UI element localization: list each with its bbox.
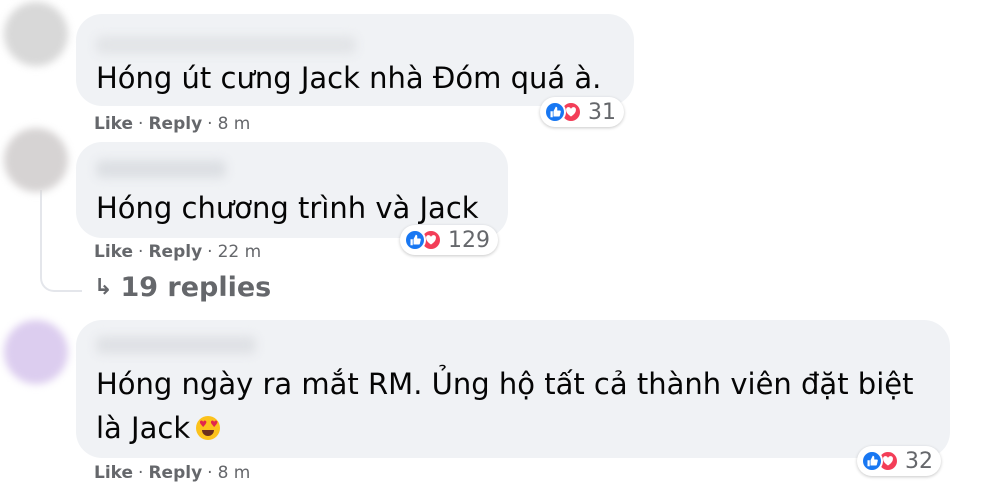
separator: · [138, 114, 144, 134]
reaction-summary[interactable]: 129 [400, 225, 498, 255]
comment-bubble: Hóng út cưng Jack nhà Đóm quá à. [76, 14, 634, 106]
author-name-blurred[interactable] [96, 36, 356, 54]
separator: · [207, 242, 213, 262]
timestamp[interactable]: 8 m [218, 114, 251, 134]
like-icon [861, 450, 883, 472]
reply-link[interactable]: Reply [148, 242, 202, 262]
reaction-summary[interactable]: 32 [857, 446, 941, 476]
timestamp[interactable]: 8 m [218, 463, 251, 483]
comment-bubble: Hóng chương trình và Jack [76, 142, 508, 238]
comment-text: Hóng út cưng Jack nhà Đóm quá à. [96, 61, 602, 95]
avatar[interactable] [4, 128, 68, 192]
comment-actions: Like · Reply · 8 m [94, 463, 250, 483]
comment-actions: Like · Reply · 8 m [94, 114, 250, 134]
replies-label: 19 replies [120, 272, 272, 303]
separator: · [138, 463, 144, 483]
heart-eyes-emoji-icon: ♥ ♥ [196, 416, 221, 440]
comment-text: Hóng ngày ra mắt RM. Ủng hộ tất cả thành… [96, 367, 914, 401]
reply-link[interactable]: Reply [148, 114, 202, 134]
reaction-count: 32 [905, 448, 933, 474]
like-link[interactable]: Like [94, 114, 133, 134]
author-name-blurred[interactable] [96, 160, 226, 178]
like-link[interactable]: Like [94, 242, 133, 262]
like-icon [544, 101, 566, 123]
separator: · [207, 463, 213, 483]
like-icon [404, 229, 426, 251]
separator: · [138, 242, 144, 262]
comment-text-line-2: là Jack ♥ ♥ [96, 404, 221, 452]
like-link[interactable]: Like [94, 463, 133, 483]
timestamp[interactable]: 22 m [218, 242, 262, 262]
reaction-count: 129 [448, 227, 490, 253]
view-replies-link[interactable]: ↳ 19 replies [94, 272, 271, 303]
comment-actions: Like · Reply · 22 m [94, 242, 261, 262]
avatar[interactable] [4, 320, 68, 384]
comment-bubble: Hóng ngày ra mắt RM. Ủng hộ tất cả thành… [76, 320, 950, 458]
reaction-summary[interactable]: 31 [540, 97, 624, 127]
author-name-blurred[interactable] [96, 336, 256, 354]
comment-text-part: là Jack [96, 411, 191, 445]
avatar[interactable] [4, 2, 68, 66]
reply-arrow-icon: ↳ [94, 275, 113, 300]
separator: · [207, 114, 213, 134]
reply-link[interactable]: Reply [148, 463, 202, 483]
reaction-count: 31 [588, 99, 616, 125]
